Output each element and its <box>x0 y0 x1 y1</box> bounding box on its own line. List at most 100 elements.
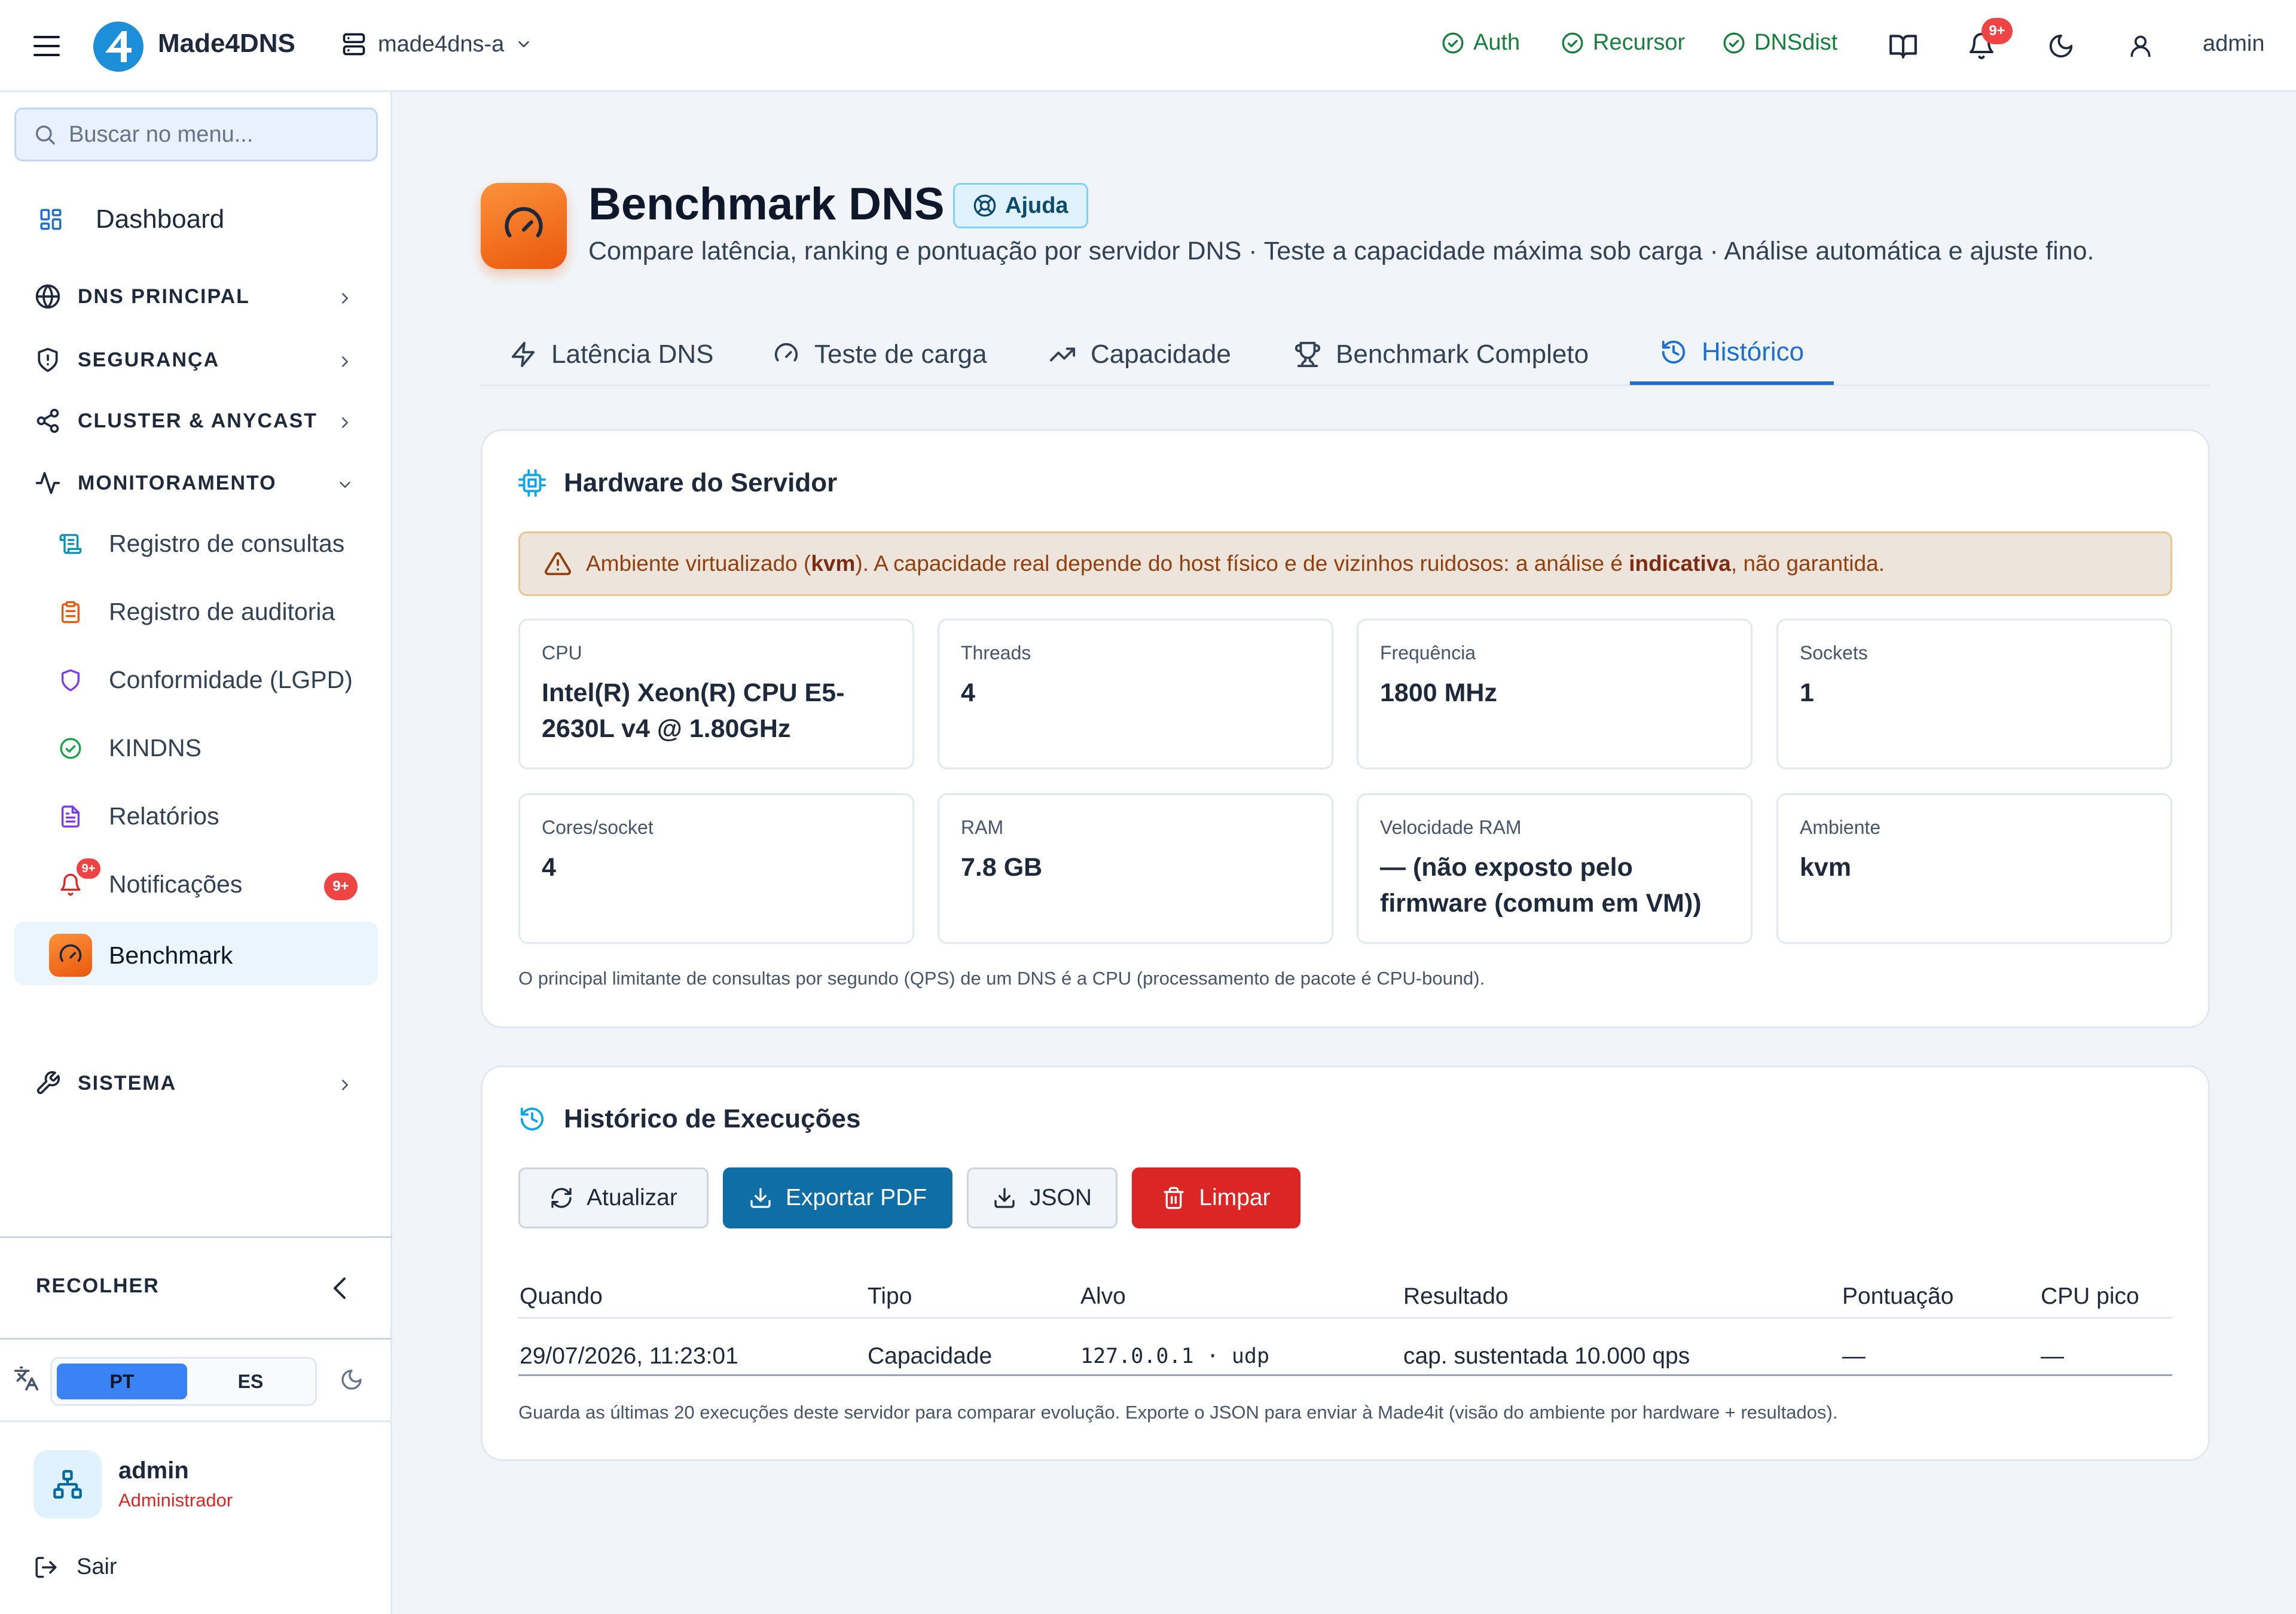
file-text-icon <box>62 805 80 827</box>
search-placeholder: Buscar no menu... <box>69 121 254 147</box>
history-icon <box>520 1107 544 1131</box>
avatar[interactable] <box>33 1450 102 1518</box>
tab-latency[interactable]: Latência DNS <box>509 323 713 386</box>
sidebar-item-benchmark[interactable]: Benchmark <box>49 934 233 977</box>
lifebuoy-icon <box>973 194 996 217</box>
sidebar-section-security[interactable]: SEGURANÇA <box>35 347 219 373</box>
notification-icon-badge: 9+ <box>77 858 100 879</box>
moon-icon[interactable] <box>340 1368 364 1392</box>
notification-count-badge: 9+ <box>1981 18 2013 44</box>
column-header-result[interactable]: Resultado <box>1403 1283 1509 1310</box>
server-selector[interactable]: made4dns-a <box>341 31 533 57</box>
search-icon <box>36 126 55 145</box>
stat-value: 1 <box>1800 678 1814 707</box>
sidebar-item-query-log[interactable]: Registro de consultas <box>59 530 344 558</box>
export-pdf-button[interactable]: Exportar PDF <box>723 1167 952 1228</box>
activity-icon <box>35 472 60 494</box>
hardware-title-text: Hardware do Servidor <box>564 468 838 497</box>
menu-icon[interactable] <box>32 33 61 59</box>
export-json-button[interactable]: JSON <box>967 1167 1118 1228</box>
hardware-stat-threads: Threads 4 <box>938 619 1333 769</box>
sidebar-item-audit-log[interactable]: Registro de auditoria <box>59 598 335 626</box>
chevron-right-icon <box>342 293 348 304</box>
column-header-type[interactable]: Tipo <box>868 1283 912 1310</box>
sidebar-section-system[interactable]: SISTEMA <box>35 1070 176 1096</box>
notification-count-badge: 9+ <box>324 873 358 900</box>
hardware-stat-cores: Cores/socket 4 <box>518 793 914 944</box>
page-title: Benchmark DNS <box>588 179 945 230</box>
sidebar-item-label: Conformidade (LGPD) <box>109 666 353 693</box>
trash-icon <box>1164 1187 1184 1209</box>
sidebar-search[interactable]: Buscar no menu... <box>14 108 378 161</box>
sidebar-section-label: DNS PRINCIPAL <box>78 285 250 308</box>
language-pt-button[interactable]: PT <box>57 1364 187 1399</box>
sidebar-item-kindns[interactable]: KINDNS <box>59 734 201 762</box>
refresh-icon <box>551 1188 572 1208</box>
column-header-cpu-peak[interactable]: CPU pico <box>2041 1283 2139 1310</box>
trophy-icon <box>1294 341 1321 368</box>
button-label: Atualizar <box>587 1185 677 1210</box>
tab-capacity[interactable]: Capacidade <box>1049 323 1231 386</box>
tab-label: Capacidade <box>1091 340 1231 369</box>
button-label: Exportar PDF <box>785 1185 927 1210</box>
sidebar-section-monitoring[interactable]: MONITORAMENTO <box>35 470 277 496</box>
column-header-score[interactable]: Pontuação <box>1842 1283 1954 1310</box>
cell-result: cap. sustentada 10.000 qps <box>1403 1343 1690 1369</box>
divider <box>0 1338 392 1340</box>
gauge-icon <box>774 343 798 362</box>
tab-full-benchmark[interactable]: Benchmark Completo <box>1294 323 1589 386</box>
sidebar-section-dns[interactable]: DNS PRINCIPAL <box>35 283 250 310</box>
column-header-target[interactable]: Alvo <box>1080 1283 1126 1310</box>
stat-value: 1800 MHz <box>1380 678 1497 707</box>
logout-button[interactable]: Sair <box>33 1554 117 1580</box>
stat-value: kvm <box>1800 853 1852 882</box>
service-label: Recursor <box>1593 30 1686 55</box>
tab-history[interactable]: Histórico <box>1630 323 1834 385</box>
service-status-auth[interactable]: Auth <box>1441 30 1520 56</box>
service-status-recursor[interactable]: Recursor <box>1561 30 1685 56</box>
service-status-dnsdist[interactable]: DNSdist <box>1722 30 1837 56</box>
sidebar-item-reports[interactable]: Relatórios <box>59 802 219 830</box>
network-icon <box>53 1470 82 1499</box>
book-icon[interactable] <box>1888 32 1918 60</box>
user-icon[interactable] <box>2127 32 2154 60</box>
scroll-icon <box>59 533 82 554</box>
column-header-when[interactable]: Quando <box>520 1283 603 1310</box>
stat-label: Frequência <box>1380 642 1476 664</box>
chevron-right-icon <box>342 1080 348 1090</box>
sidebar-section-label: SISTEMA <box>78 1071 177 1095</box>
stat-label: Ambiente <box>1800 817 1881 838</box>
hardware-stat-ram: RAM 7.8 GB <box>938 793 1333 944</box>
sidebar-item-compliance[interactable]: Conformidade (LGPD) <box>59 666 353 694</box>
page-subtitle: Compare latência, ranking e pontuação po… <box>588 237 2095 265</box>
hardware-stat-sockets: Sockets 1 <box>1776 619 2172 769</box>
cell-score: — <box>1842 1343 1866 1369</box>
wrench-icon <box>36 1071 60 1095</box>
help-button[interactable]: Ajuda <box>953 183 1088 228</box>
virtualization-warning: Ambiente virtualizado (kvm). A capacidad… <box>518 531 2172 596</box>
cell-cpu-peak: — <box>2041 1343 2064 1369</box>
server-name: made4dns-a <box>378 31 505 57</box>
tab-load-test[interactable]: Teste de carga <box>773 323 987 386</box>
sidebar-section-label: MONITORAMENTO <box>78 471 277 494</box>
check-circle-icon <box>1723 32 1745 53</box>
dark-mode-moon-icon[interactable] <box>2047 32 2075 60</box>
brand-logo-icon[interactable] <box>92 20 145 73</box>
language-es-button[interactable]: ES <box>191 1364 310 1399</box>
refresh-button[interactable]: Atualizar <box>518 1167 709 1228</box>
sidebar-section-cluster[interactable]: CLUSTER & ANYCAST <box>35 408 317 434</box>
brand-name[interactable]: Made4DNS <box>158 29 295 59</box>
cell-target: 127.0.0.1 · udp <box>1080 1344 1270 1368</box>
collapse-label[interactable]: RECOLHER <box>36 1274 160 1298</box>
stat-label: CPU <box>542 642 582 664</box>
header-username[interactable]: admin <box>2203 31 2265 57</box>
chevron-left-icon[interactable] <box>328 1273 352 1303</box>
shield-alert-icon <box>38 347 58 372</box>
button-label: JSON <box>1029 1185 1092 1210</box>
divider <box>0 1420 392 1422</box>
sidebar-item-dashboard[interactable]: Dashboard <box>38 204 224 234</box>
tab-bar: Latência DNS Teste de carga Capacidade B… <box>481 323 2210 386</box>
stat-label: Sockets <box>1800 642 1868 664</box>
clear-history-button[interactable]: Limpar <box>1132 1167 1300 1228</box>
stat-value: 4 <box>961 678 975 707</box>
